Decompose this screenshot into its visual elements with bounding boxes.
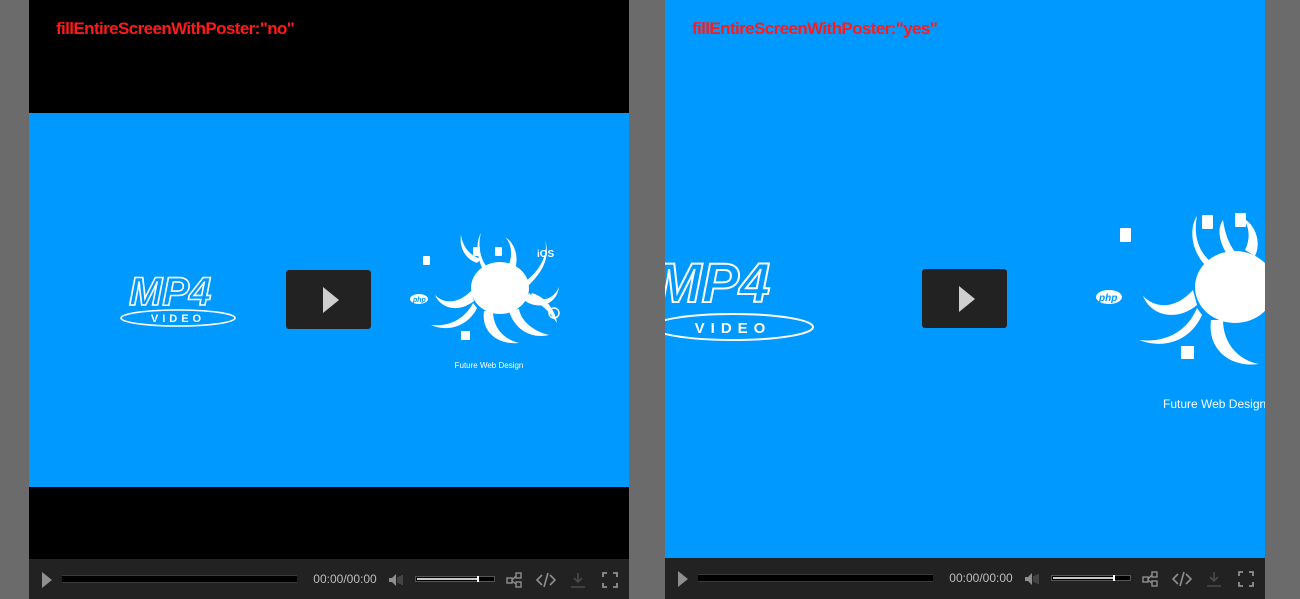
fullscreen-icon[interactable] [1236,558,1256,599]
embed-code-icon[interactable] [534,559,558,599]
controls-bar: 00:00/00:00 [665,558,1265,599]
video-player-no-fill: MP4 VIDEO iOS php Future Web Design fill… [29,0,629,599]
player-caption: fillEntireScreenWithPoster:"yes" [692,19,938,38]
php-logo-text: php [412,297,427,304]
volume-handle[interactable] [1113,575,1115,581]
big-play-button[interactable] [286,270,371,329]
embed-code-icon[interactable] [1170,558,1194,599]
time-display: 00:00/00:00 [313,572,377,586]
volume-level [1053,577,1114,579]
download-icon[interactable] [568,559,588,599]
volume-slider[interactable] [415,576,495,582]
play-icon[interactable] [671,558,695,599]
mp4-logo-text: MP4 [665,251,770,314]
time-display: 00:00/00:00 [949,571,1013,585]
volume-slider[interactable] [1051,575,1131,581]
big-play-button[interactable] [922,269,1007,328]
video-logo-text: VIDEO [151,313,205,325]
video-player-fill-screen: MP4 VIDEO php Future Web Design fillEnti… [665,0,1265,599]
fullscreen-icon[interactable] [600,559,620,599]
seek-bar[interactable] [698,574,933,582]
volume-icon[interactable] [387,559,405,599]
mp4-video-logo: MP4 VIDEO [120,269,236,327]
video-logo-text: VIDEO [695,320,772,337]
seek-bar[interactable] [62,575,297,583]
controls-bar: 00:00/00:00 [29,559,629,599]
php-logo-text: php [1098,293,1117,304]
mp4-video-logo: MP4 VIDEO [665,250,814,341]
volume-handle[interactable] [477,576,479,582]
player-caption: fillEntireScreenWithPoster:"no" [56,19,295,38]
play-icon[interactable] [35,559,59,599]
volume-level [417,578,478,580]
tagline-text: Future Web Design [1163,397,1265,411]
share-icon[interactable] [1140,558,1160,599]
share-icon[interactable] [504,559,524,599]
ios-logo-text: iOS [537,249,555,260]
tagline-text: Future Web Design [455,361,524,370]
mp4-logo-text: MP4 [129,270,211,314]
volume-icon[interactable] [1023,558,1041,599]
octopus-logo [1096,213,1265,365]
download-icon[interactable] [1204,558,1224,599]
